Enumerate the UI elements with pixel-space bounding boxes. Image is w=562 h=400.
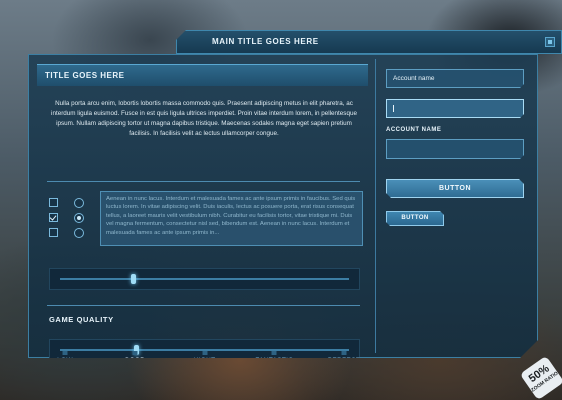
radio-3[interactable] [74, 228, 84, 238]
account-name-field[interactable]: Account name [386, 69, 524, 88]
divider [47, 181, 360, 182]
title-bar: MAIN TITLE GOES HERE [176, 30, 562, 54]
quality-tick-mark [63, 351, 68, 355]
account-name-placeholder: Account name [393, 75, 435, 82]
column-divider [375, 59, 376, 353]
slider[interactable] [49, 268, 360, 290]
account-name-input[interactable] [386, 139, 524, 159]
radio-1[interactable] [74, 198, 84, 208]
quality-tick-mark [202, 351, 207, 355]
text-area[interactable]: Aenean in nunc lacus. Interdum et malesu… [100, 191, 363, 246]
checkbox-2[interactable] [49, 213, 58, 222]
quality-tick-mark [342, 351, 347, 355]
checkbox-1[interactable] [49, 198, 58, 207]
account-name-label: ACCOUNT NAME [386, 127, 442, 133]
text-caret [393, 105, 394, 112]
slider-track [60, 278, 349, 280]
divider [47, 305, 360, 306]
game-quality-label: GAME QUALITY [49, 315, 114, 324]
description-text: Nulla porta arcu enim, lobortis lobortis… [51, 100, 357, 137]
dialog-window: MAIN TITLE GOES HERE TITLE GOES HERE Nul… [28, 30, 562, 360]
checkbox-3[interactable] [49, 228, 58, 237]
dialog-frame: TITLE GOES HERE Nulla porta arcu enim, l… [28, 54, 538, 358]
quality-tick-mark [132, 351, 137, 355]
window-title: MAIN TITLE GOES HERE [212, 37, 319, 46]
section-title: TITLE GOES HERE [45, 71, 125, 80]
close-icon[interactable] [545, 37, 555, 47]
section-header: TITLE GOES HERE [37, 64, 368, 86]
quality-tick-mark [272, 351, 277, 355]
primary-button[interactable]: BUTTON [386, 179, 524, 198]
radio-2[interactable] [74, 213, 84, 223]
password-field[interactable] [386, 99, 524, 118]
secondary-button[interactable]: BUTTON [386, 211, 444, 226]
slider-thumb[interactable] [131, 274, 136, 284]
